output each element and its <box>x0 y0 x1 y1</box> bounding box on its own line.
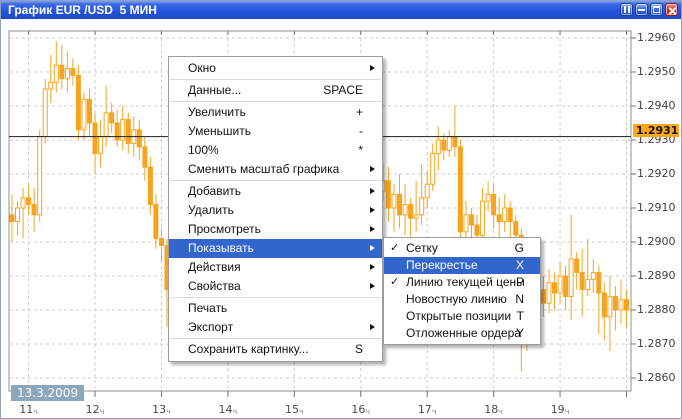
menu-item[interactable]: Окно <box>169 59 382 78</box>
current-price-label: 1.2931 <box>633 124 679 137</box>
y-axis-label: 1.2880 <box>637 304 682 316</box>
menu-item-label: Печать <box>188 301 227 315</box>
x-axis-label: 17ч <box>410 403 444 416</box>
menu-separator <box>170 79 381 80</box>
submenu-arrow-icon <box>370 226 375 232</box>
y-axis-label: 1.2920 <box>637 168 682 180</box>
menu-item[interactable]: Увеличить + <box>169 103 382 122</box>
submenu-arrow-icon <box>370 166 375 172</box>
menu-item-label: Удалить <box>188 203 234 217</box>
submenu-item[interactable]: Отложенные ордераY <box>384 325 540 342</box>
menu-item[interactable]: Экспорт <box>169 318 382 337</box>
submenu-arrow-icon <box>370 188 375 194</box>
menu-item-label: Действия <box>188 260 241 274</box>
checkmark-icon: ✓ <box>390 274 399 291</box>
x-axis-label: 15ч <box>277 403 311 416</box>
menu-item-label: Сетку <box>406 241 438 255</box>
menu-item-hotkey: + <box>356 103 363 122</box>
submenu-item[interactable]: Новостную линию N <box>384 291 540 308</box>
menu-item[interactable]: Данные... SPACE <box>169 81 382 100</box>
y-axis-label: 1.2940 <box>637 100 682 112</box>
submenu-item[interactable]: ✓ Линию текущей ценыP <box>384 274 540 291</box>
x-axis-label: 19ч <box>543 403 577 416</box>
menu-item-label: Экспорт <box>188 320 233 334</box>
menu-item-label: Открытые позиции <box>406 309 511 323</box>
menu-item-hotkey: G <box>515 240 524 257</box>
submenu-arrow-icon <box>370 324 375 330</box>
x-axis-label: 14ч <box>211 403 245 416</box>
menu-item-hotkey: X <box>516 257 524 274</box>
submenu-item[interactable]: Открытые позиции T <box>384 308 540 325</box>
menu-item-hotkey: P <box>516 274 524 291</box>
y-axis-label: 1.2960 <box>637 32 682 44</box>
y-axis-label: 1.2910 <box>637 202 682 214</box>
menu-item-label: Данные... <box>188 83 241 97</box>
y-axis-label: 1.2950 <box>637 66 682 78</box>
date-label: 13.3.2009 <box>11 385 84 401</box>
y-axis-label: 1.2900 <box>637 236 682 248</box>
menu-item-hotkey: T <box>517 308 524 325</box>
menu-item-label: Окно <box>188 61 216 75</box>
menu-item-label: Добавить <box>188 184 241 198</box>
menu-item[interactable]: Просмотреть <box>169 220 382 239</box>
menu-separator <box>170 101 381 102</box>
y-axis-label: 1.2870 <box>637 338 682 350</box>
menu-item-hotkey: SPACE <box>323 81 363 100</box>
menu-item-label: Просмотреть <box>188 222 261 236</box>
menu-item-label: Новостную линию <box>406 292 507 306</box>
menu-item[interactable]: 100% * <box>169 141 382 160</box>
submenu-arrow-icon <box>370 207 375 213</box>
menu-item-label: 100% <box>188 143 219 157</box>
submenu-arrow-icon <box>370 283 375 289</box>
menu-separator <box>170 297 381 298</box>
menu-item-label: Отложенные ордера <box>406 326 521 340</box>
menu-item-hotkey: * <box>358 141 363 160</box>
submenu-item[interactable]: ✓ Сетку G <box>384 240 540 257</box>
x-axis-label: 18ч <box>477 403 511 416</box>
menu-separator <box>170 180 381 181</box>
menu-item[interactable]: Удалить <box>169 201 382 220</box>
x-axis-label: 16ч <box>344 403 378 416</box>
menu-item-label: Сохранить картинку... <box>188 342 309 356</box>
menu-item-label: Свойства <box>188 279 241 293</box>
y-axis-label: 1.2890 <box>637 270 682 282</box>
menu-item[interactable]: Сохранить картинку... S <box>169 340 382 359</box>
x-axis-label: 13ч <box>144 403 178 416</box>
submenu-arrow-icon <box>370 264 375 270</box>
menu-item[interactable]: Добавить <box>169 182 382 201</box>
menu-item-label: Перекрестье <box>406 258 478 272</box>
menu-item-label: Линию текущей цены <box>406 275 525 289</box>
context-menu: ОкноДанные...SPACEУвеличить+Уменьшить-10… <box>168 56 383 362</box>
menu-item-hotkey: - <box>359 122 363 141</box>
checkmark-icon: ✓ <box>390 240 399 257</box>
y-axis-label: 1.2860 <box>637 372 682 384</box>
menu-item[interactable]: Сменить масштаб графика <box>169 160 382 179</box>
show-submenu: ✓ Сетку G Перекрестье X ✓ Линию текущей ценыPН… <box>383 237 541 345</box>
menu-item[interactable]: Показывать <box>169 239 382 258</box>
menu-item[interactable]: Действия <box>169 258 382 277</box>
menu-separator <box>170 338 381 339</box>
menu-item[interactable]: Уменьшить - <box>169 122 382 141</box>
menu-item[interactable]: Свойства <box>169 277 382 296</box>
x-axis-label: 12ч <box>78 403 112 416</box>
x-axis-label: 11ч <box>12 403 46 416</box>
menu-item-hotkey: S <box>355 340 363 359</box>
menu-item-hotkey: Y <box>516 325 524 342</box>
menu-item[interactable]: Печать <box>169 299 382 318</box>
menu-item-hotkey: N <box>515 291 524 308</box>
submenu-item[interactable]: Перекрестье X <box>384 257 540 274</box>
menu-item-label: Уменьшить <box>188 124 251 138</box>
menu-item-label: Увеличить <box>188 105 246 119</box>
menu-item-label: Показывать <box>188 241 254 255</box>
menu-item-label: Сменить масштаб графика <box>188 162 339 176</box>
chart-window: График EUR /USD 5 МИН 1.29601.29501.2940… <box>0 0 682 419</box>
submenu-arrow-icon <box>370 245 375 251</box>
submenu-arrow-icon <box>370 65 375 71</box>
